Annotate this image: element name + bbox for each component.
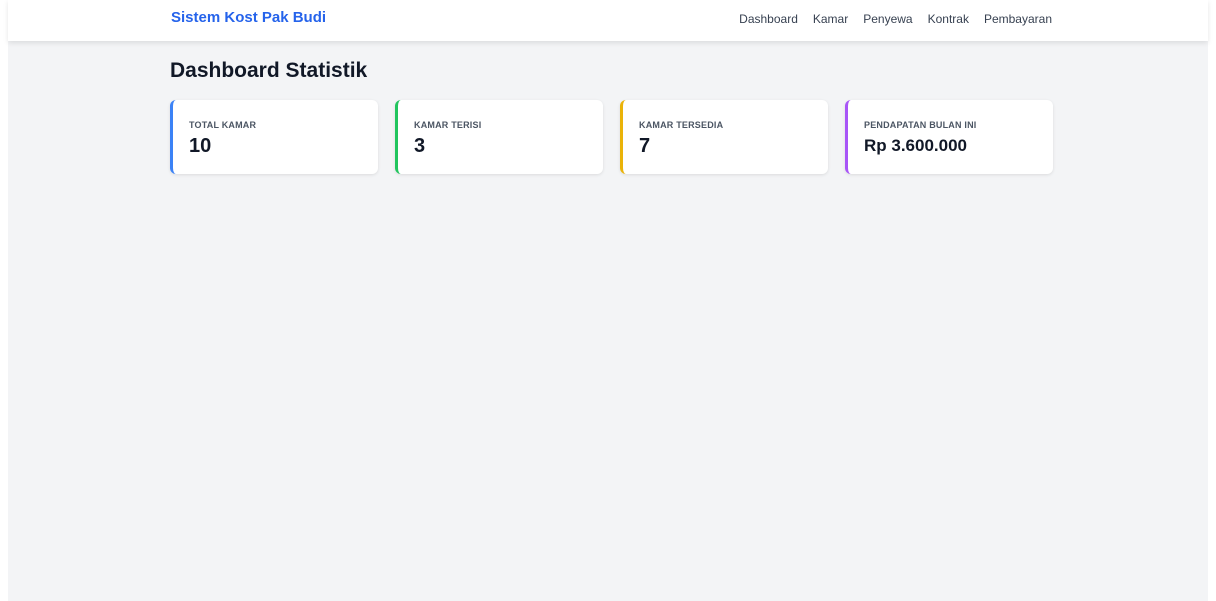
stat-label: PENDAPATAN BULAN INI — [864, 120, 977, 130]
stat-value: Rp 3.600.000 — [864, 136, 968, 155]
nav-kontrak[interactable]: Kontrak — [928, 12, 969, 26]
stat-card-kamar-tersedia: KAMAR TERSEDIA 7 — [620, 100, 828, 174]
navbar: Sistem Kost Pak Budi Dashboard Kamar Pen… — [8, 0, 1208, 41]
stat-card-total-kamar: TOTAL KAMAR 10 — [170, 100, 378, 174]
stat-card-pendapatan: PENDAPATAN BULAN INI Rp 3.600.000 — [845, 100, 1053, 174]
stat-value: 7 — [639, 135, 651, 157]
main-nav: Dashboard Kamar Penyewa Kontrak Pembayar… — [739, 12, 1052, 26]
stat-label: KAMAR TERISI — [414, 120, 482, 130]
nav-pembayaran[interactable]: Pembayaran — [984, 12, 1052, 26]
nav-dashboard[interactable]: Dashboard — [739, 12, 798, 26]
nav-penyewa[interactable]: Penyewa — [863, 12, 912, 26]
stat-value: 3 — [414, 135, 426, 157]
brand-link[interactable]: Sistem Kost Pak Budi — [171, 9, 326, 26]
nav-kamar[interactable]: Kamar — [813, 12, 848, 26]
page-title: Dashboard Statistik — [170, 59, 368, 82]
stat-value: 10 — [189, 135, 212, 157]
stats-cards: TOTAL KAMAR 10 KAMAR TERISI 3 KAMAR TERS… — [170, 100, 1053, 174]
stat-label: TOTAL KAMAR — [189, 120, 257, 130]
stat-label: KAMAR TERSEDIA — [639, 120, 724, 130]
app-frame: Sistem Kost Pak Budi Dashboard Kamar Pen… — [8, 0, 1208, 601]
stat-card-kamar-terisi: KAMAR TERISI 3 — [395, 100, 603, 174]
